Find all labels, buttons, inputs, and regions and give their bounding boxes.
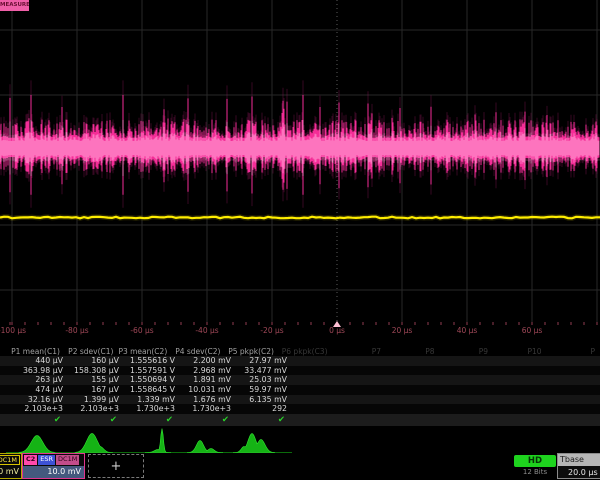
measurement-cell: 1.558645 V <box>124 385 180 395</box>
measurement-cell: 1.891 mV <box>180 375 236 385</box>
status-row: ✔✔✔✔✔ <box>0 414 600 426</box>
time-axis-label: -20 µs <box>260 326 283 335</box>
param-header-3[interactable]: P3 mean(C2) <box>118 347 172 356</box>
measurement-cell: 363.98 µV <box>0 366 68 376</box>
param-header-4[interactable]: P4 sdev(C2) <box>172 347 226 356</box>
c2-scale-value: 10.0 mV <box>23 466 84 478</box>
param-header-unused-8[interactable]: P8 <box>386 347 440 356</box>
measurement-cell: 1.555616 V <box>124 356 180 366</box>
measurement-cell: 25.03 mV <box>236 375 292 385</box>
status-check-icon: ✔ <box>68 414 124 426</box>
param-header-unused-6[interactable]: P6 pkpk(C3) <box>279 347 333 356</box>
waveform-display <box>0 0 600 322</box>
c2-channel-badge: C2 <box>24 455 37 465</box>
measurement-cell: 59.97 mV <box>236 385 292 395</box>
timebase-value: 20.0 µs <box>558 466 600 479</box>
measurement-cell: 167 µV <box>68 385 124 395</box>
measurement-row: 440 µV160 µV1.555616 V2.200 mV27.97 mV <box>0 356 600 366</box>
measurement-cell: 160 µV <box>68 356 124 366</box>
histicon-p3[interactable] <box>145 429 171 453</box>
histicon-p2[interactable] <box>75 434 113 453</box>
status-check-icon: ✔ <box>124 414 180 426</box>
top-left-badge[interactable]: MEASURE <box>0 0 29 11</box>
time-axis-label: -40 µs <box>195 326 218 335</box>
histicon-strip[interactable] <box>0 428 600 454</box>
param-header-1[interactable]: P1 mean(C1) <box>0 347 65 356</box>
histicon-p5[interactable] <box>233 434 275 453</box>
param-header-unused-7[interactable]: P7 <box>333 347 387 356</box>
channel-descriptor-c2[interactable]: C2 ESR DC1M 10.0 mV <box>22 453 85 479</box>
c1-scale-value: 20.0 mV <box>0 466 21 478</box>
measurement-cell: 440 µV <box>0 356 68 366</box>
measurement-cell: 2.103e+3 <box>0 404 68 414</box>
measurement-cell: 1.339 mV <box>124 395 180 405</box>
status-check-icon: ✔ <box>236 414 292 426</box>
measurement-cell: 1.730e+3 <box>124 404 180 414</box>
timebase-title: Tbase <box>558 454 600 466</box>
measurement-row: 2.103e+32.103e+31.730e+31.730e+3292 <box>0 404 600 414</box>
timebase-descriptor[interactable]: Tbase 20.0 µs <box>557 453 600 479</box>
time-axis-label: -60 µs <box>130 326 153 335</box>
measurement-row: 363.98 µV158.308 µV1.557591 V2.968 mV33.… <box>0 366 600 376</box>
status-check-icon: ✔ <box>0 414 68 426</box>
time-axis: -100 µs -80 µs -60 µs -40 µs -20 µs 0 µs 20 µs… <box>0 322 600 339</box>
measurement-cell: 27.97 mV <box>236 356 292 366</box>
measurement-cell: 2.200 mV <box>180 356 236 366</box>
measurement-cell: 263 µV <box>0 375 68 385</box>
measurement-row: 263 µV155 µV1.550694 V1.891 mV25.03 mV <box>0 375 600 385</box>
measurement-cell: 1.557591 V <box>124 366 180 376</box>
time-axis-label: 0 µs <box>329 326 345 335</box>
measurement-cell: 474 µV <box>0 385 68 395</box>
time-axis-label: -80 µs <box>65 326 88 335</box>
measurement-row: 474 µV167 µV1.558645 V10.031 mV59.97 mV <box>0 385 600 395</box>
measurement-cell: 1.399 µV <box>68 395 124 405</box>
param-header-2[interactable]: P2 sdev(C1) <box>65 347 119 356</box>
histicon-p1[interactable] <box>19 436 55 453</box>
histicon-p4[interactable] <box>187 441 223 453</box>
measurement-cell: 1.550694 V <box>124 375 180 385</box>
trigger-time-marker[interactable] <box>333 321 341 327</box>
param-header-unused-10[interactable]: P10 <box>493 347 547 356</box>
hd-mode-badge[interactable]: HD <box>514 455 556 467</box>
param-header-unused-11[interactable]: P <box>547 347 600 356</box>
time-axis-label: -100 µs <box>0 326 26 335</box>
measurement-cell: 155 µV <box>68 375 124 385</box>
time-axis-label: 40 µs <box>457 326 478 335</box>
channel-descriptor-c1[interactable]: DC1M 20.0 mV <box>0 453 22 479</box>
c2-esr-badge: ESR <box>38 455 55 465</box>
measurement-table: P1 mean(C1)P2 sdev(C1)P3 mean(C2)P4 sdev… <box>0 344 600 426</box>
measurement-cell: 2.103e+3 <box>68 404 124 414</box>
add-trace-button[interactable]: + <box>88 454 144 478</box>
hd-bits-label: 12 Bits <box>514 468 556 476</box>
status-check-icon: ✔ <box>180 414 236 426</box>
measurement-cell: 32.16 µV <box>0 395 68 405</box>
measurement-cell: 1.676 mV <box>180 395 236 405</box>
c1-coupling-badge: DC1M <box>0 455 20 465</box>
measurement-cell: 2.968 mV <box>180 366 236 376</box>
time-axis-label: 20 µs <box>392 326 413 335</box>
measurement-cell: 292 <box>236 404 292 414</box>
oscilloscope-screen: MEASURE -100 µs -80 µs -60 µs -40 µs -20 µs 0… <box>0 0 600 480</box>
param-header-5[interactable]: P5 pkpk(C2) <box>225 347 279 356</box>
measurement-cell: 158.308 µV <box>68 366 124 376</box>
measurement-cell: 33.477 mV <box>236 366 292 376</box>
measurement-cell: 10.031 mV <box>180 385 236 395</box>
measurement-cell: 6.135 mV <box>236 395 292 405</box>
measurement-cell: 1.730e+3 <box>180 404 236 414</box>
c2-coupling-badge: DC1M <box>56 455 79 465</box>
time-axis-label: 60 µs <box>522 326 543 335</box>
param-header-unused-9[interactable]: P9 <box>440 347 494 356</box>
measurement-row: 32.16 µV1.399 µV1.339 mV1.676 mV6.135 mV <box>0 395 600 405</box>
axis-minor-ticks <box>0 322 600 325</box>
